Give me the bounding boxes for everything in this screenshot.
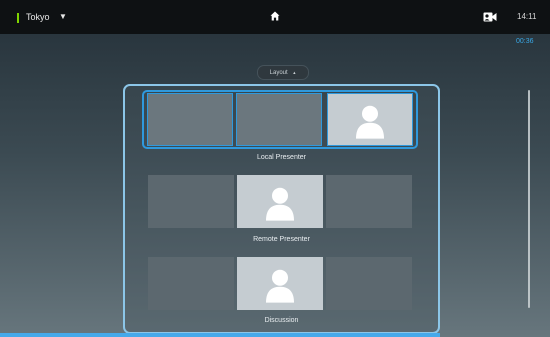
layout-caret-icon: ▲ [292,70,297,75]
thumbnail-tile-presenter [237,257,323,310]
layout-option-remote-presenter[interactable] [145,175,415,228]
thumbnail-tile [148,257,234,310]
person-icon [266,269,294,303]
layout-button-label: Layout [269,70,288,76]
thumbnail-tile [326,257,412,310]
thumbnail-tile [147,93,233,146]
layout-label-discussion: Discussion [264,317,299,324]
location-name[interactable]: Tokyo [26,12,50,22]
status-indicator [17,13,19,23]
person-icon [266,187,294,221]
scrollbar[interactable] [528,90,530,308]
thumbnail-tile-presenter [237,175,323,228]
clock: 14:11 [517,12,537,21]
location-dropdown-arrow[interactable]: ▼ [59,12,67,21]
person-icon [356,105,384,139]
bottom-accent-bar [0,333,440,337]
layout-button[interactable]: Layout ▲ [257,65,309,80]
thumbnail-tile [326,175,412,228]
call-timer: 00:36 [516,38,534,45]
camera-icon[interactable] [483,12,497,22]
thumbnail-tile [236,93,322,146]
top-bar: Tokyo ▼ 14:11 [0,0,550,34]
layout-option-discussion[interactable] [145,257,415,310]
layout-option-local-presenter[interactable] [142,90,418,149]
thumbnail-tile [148,175,234,228]
layout-label-local-presenter: Local Presenter [256,154,307,161]
home-icon[interactable] [270,11,280,21]
layout-label-remote-presenter: Remote Presenter [253,236,310,243]
thumbnail-tile-presenter [327,93,413,146]
